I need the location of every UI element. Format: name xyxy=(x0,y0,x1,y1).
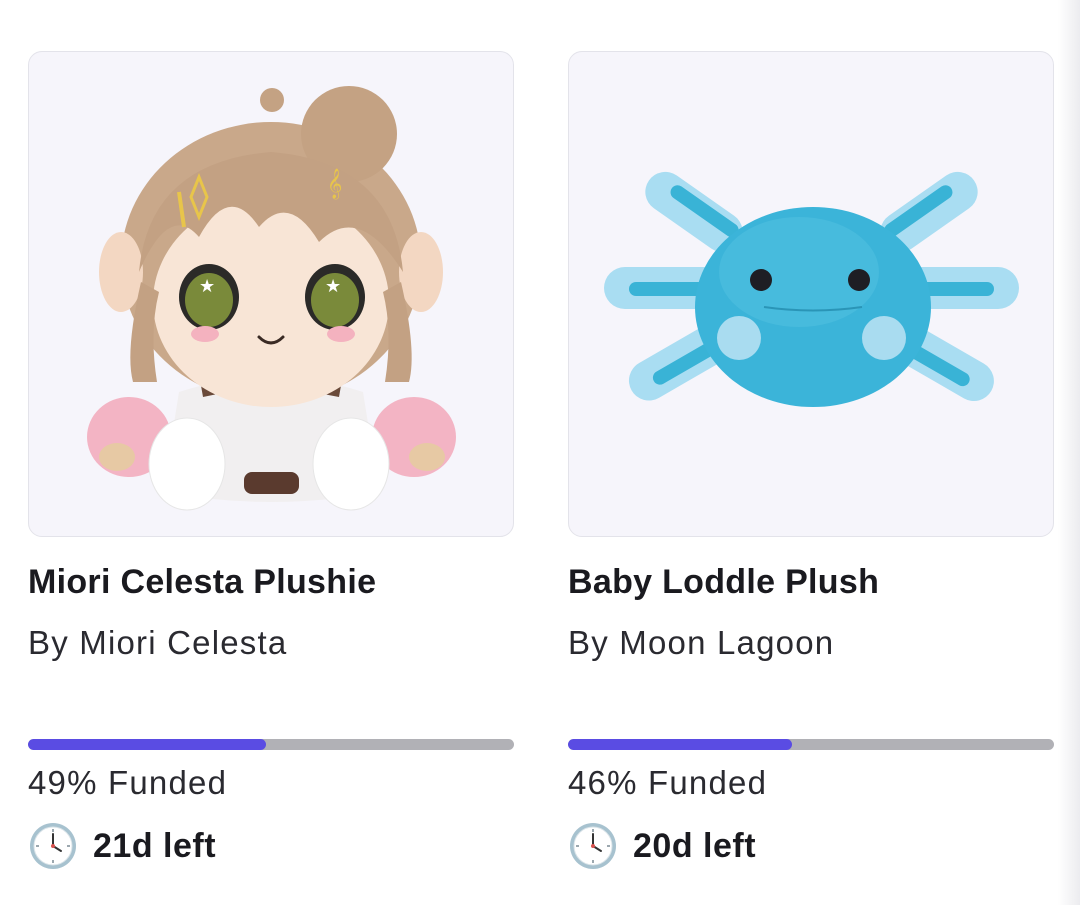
scroll-edge-shade xyxy=(1058,0,1080,905)
product-image-miori[interactable]: 𝄞 ★ ★ xyxy=(28,51,514,537)
product-creator[interactable]: By Miori Celesta xyxy=(28,624,287,662)
svg-text:★: ★ xyxy=(199,276,215,297)
clock-icon xyxy=(28,821,78,871)
time-left-label: 20d left xyxy=(633,826,757,865)
funding-progress-bar xyxy=(28,739,514,750)
time-left-row: 21d left xyxy=(28,821,216,871)
product-creator[interactable]: By Moon Lagoon xyxy=(568,624,834,662)
clock-icon xyxy=(568,821,618,871)
svg-text:𝄞: 𝄞 xyxy=(327,168,342,200)
product-title[interactable]: Baby Loddle Plush xyxy=(568,563,879,602)
funded-label: 49% Funded xyxy=(28,764,228,801)
product-image-loddle[interactable] xyxy=(568,51,1054,537)
plush-axolotl-image xyxy=(604,171,1019,407)
funded-label: 46% Funded xyxy=(568,764,768,801)
funding-progress-bar xyxy=(568,739,1054,750)
funding-progress-fill xyxy=(568,739,792,750)
plush-girl-image: 𝄞 ★ ★ xyxy=(87,86,456,511)
product-title[interactable]: Miori Celesta Plushie xyxy=(28,563,376,602)
time-left-label: 21d left xyxy=(93,826,217,865)
product-card-loddle[interactable]: Baby Loddle Plush By Moon Lagoon 46% Fun… xyxy=(568,51,1054,869)
product-card-miori[interactable]: 𝄞 ★ ★ Miori Celesta Plushie By Miori Cel… xyxy=(28,51,514,869)
svg-text:★: ★ xyxy=(325,276,341,297)
funding-progress-fill xyxy=(28,739,267,750)
time-left-row: 20d left xyxy=(568,821,756,871)
